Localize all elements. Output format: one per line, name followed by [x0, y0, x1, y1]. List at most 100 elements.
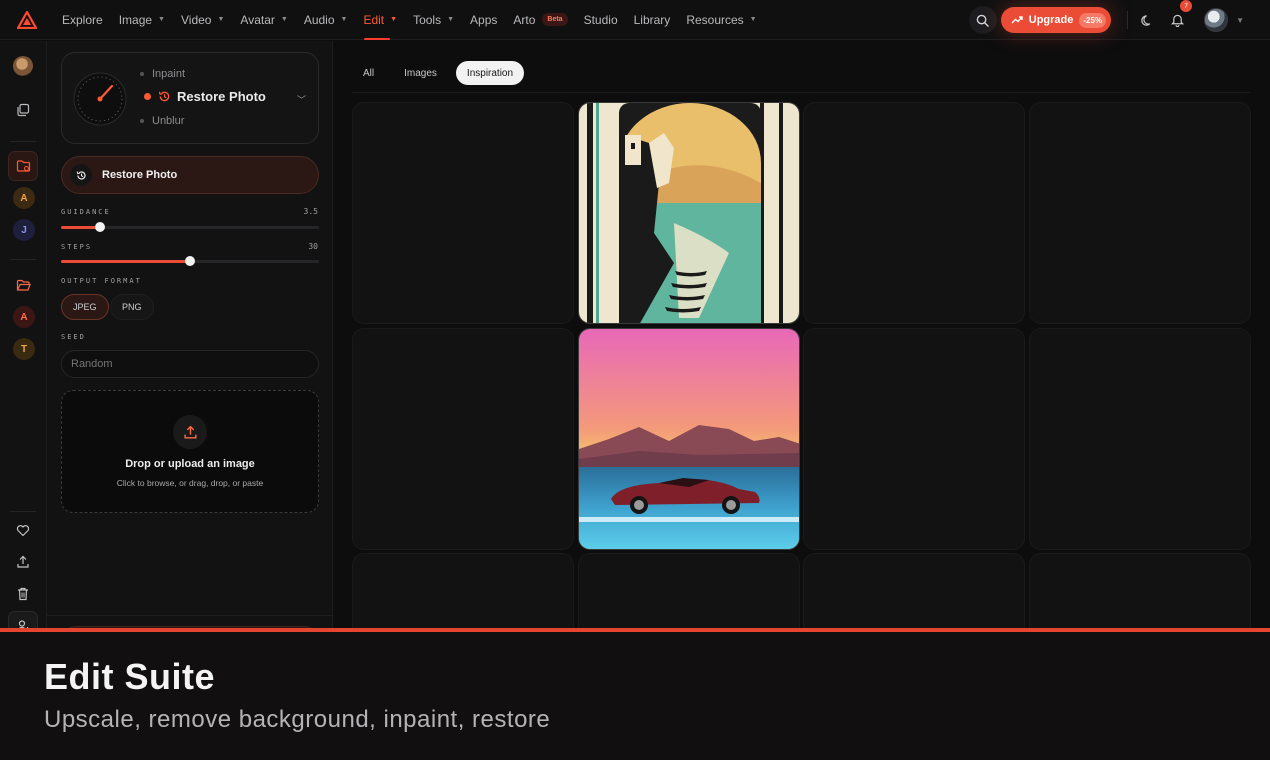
nav-image[interactable]: Image ▼ [111, 0, 173, 40]
divider [1127, 11, 1129, 29]
chevron-down-icon[interactable]: ﹀ [297, 93, 306, 106]
model-option-inpaint[interactable]: Inpaint [140, 68, 185, 80]
nav-resources[interactable]: Resources ▼ [678, 0, 764, 40]
nav-label: Tools [413, 12, 442, 27]
slider-handle[interactable] [185, 256, 195, 266]
gallery-card-desert-car[interactable] [578, 328, 800, 550]
restore-photo-button[interactable]: Restore Photo [61, 156, 319, 194]
seed-input[interactable] [61, 350, 319, 378]
steps-value: 30 [308, 242, 318, 251]
panel-divider [47, 615, 333, 616]
folder-edit-icon [16, 160, 30, 172]
nav-tools[interactable]: Tools ▼ [405, 0, 462, 40]
caret-down-icon: ▼ [280, 16, 288, 23]
slider-handle[interactable] [94, 222, 105, 232]
gallery-tabs: All Images Inspiration [352, 61, 525, 85]
option-label: Inpaint [152, 68, 186, 80]
banner-subtitle: Upscale, remove background, inpaint, res… [44, 706, 551, 733]
nav-label: Apps [470, 12, 498, 27]
guidance-slider[interactable] [61, 222, 319, 232]
rail-trash-button[interactable] [8, 579, 38, 609]
output-format-label: OUTPUT FORMAT [61, 277, 142, 285]
upload-icon [183, 425, 197, 439]
top-right-actions: Upgrade -25% 7 ▼ [968, 0, 1270, 40]
model-selected[interactable]: Restore Photo [144, 89, 266, 104]
gallery-card-cliff-village[interactable] [578, 102, 800, 324]
gallery-card[interactable] [1029, 328, 1251, 550]
rail-divider [10, 141, 36, 142]
cliff-village-image [579, 103, 799, 323]
folder-open-icon [16, 279, 31, 291]
upgrade-label: Upgrade [1028, 14, 1074, 26]
nav-arto[interactable]: Arto Beta [505, 0, 575, 40]
gallery-card[interactable] [803, 102, 1025, 324]
upgrade-button[interactable]: Upgrade -25% [1000, 7, 1112, 33]
option-dot [140, 72, 144, 76]
upload-subtitle: Click to browse, or drag, drop, or paste [116, 478, 264, 488]
rail-project-j[interactable]: J [13, 219, 35, 241]
caret-down-icon: ▼ [340, 16, 348, 23]
desert-car-image [579, 329, 799, 549]
seed-label: SEED [61, 333, 86, 341]
tab-inspiration[interactable]: Inspiration [455, 61, 525, 85]
rail-divider [10, 259, 36, 260]
rail-gallery-button[interactable] [8, 95, 38, 125]
upload-icon [17, 555, 29, 568]
chevron-down-icon[interactable]: ▼ [1236, 16, 1244, 25]
app-logo[interactable] [0, 0, 54, 40]
gallery-card[interactable] [803, 328, 1025, 550]
model-option-unblur[interactable]: Unblur [140, 115, 184, 127]
gallery-card[interactable] [352, 102, 574, 324]
banner-title: Edit Suite [44, 656, 216, 697]
main-nav: Explore Image ▼ Video ▼ Avatar ▼ Audio ▼ Edi… [54, 0, 765, 40]
nav-label: Image [118, 12, 153, 27]
nav-edit[interactable]: Edit ▼ [355, 0, 405, 40]
restore-button-label: Restore Photo [102, 169, 178, 181]
steps-slider[interactable] [61, 256, 319, 266]
guidance-value: 3.5 [303, 207, 318, 216]
nav-label: Arto [513, 12, 536, 27]
nav-apps[interactable]: Apps [462, 0, 505, 40]
gallery-card[interactable] [352, 328, 574, 550]
nav-avatar[interactable]: Avatar ▼ [232, 0, 295, 40]
image-upload-dropzone[interactable]: Drop or upload an image Click to browse,… [61, 390, 319, 513]
gallery-card[interactable] [1029, 102, 1251, 324]
caret-down-icon: ▼ [158, 16, 165, 23]
nav-audio[interactable]: Audio ▼ [296, 0, 356, 40]
tabs-divider [352, 92, 1250, 93]
model-selector[interactable]: Inpaint Restore Photo ﹀ Unblur [61, 52, 319, 144]
search-button[interactable] [968, 6, 997, 34]
format-png-button[interactable]: PNG [110, 294, 154, 320]
history-icon [76, 170, 86, 180]
caret-down-icon: ▼ [217, 16, 225, 23]
moon-icon [1140, 14, 1150, 26]
search-icon [976, 14, 990, 27]
tab-all[interactable]: All [352, 61, 385, 85]
heart-icon [16, 524, 30, 536]
rail-project-a[interactable]: A [13, 187, 35, 209]
nav-studio[interactable]: Studio [576, 0, 626, 40]
option-dot [140, 119, 144, 123]
slider-fill [61, 260, 190, 263]
user-avatar[interactable] [1204, 8, 1229, 32]
rail-upload-button[interactable] [8, 547, 38, 577]
format-jpeg-button[interactable]: JPEG [61, 294, 109, 320]
nav-explore[interactable]: Explore [54, 0, 111, 40]
upload-icon-wrap [173, 415, 207, 449]
rail-project-a2[interactable]: A [13, 306, 35, 328]
notifications-button[interactable]: 7 [1164, 0, 1193, 33]
rail-edit-folder-button[interactable] [8, 151, 38, 181]
rail-project-t[interactable]: T [13, 338, 35, 360]
rail-avatar-button[interactable] [8, 51, 38, 81]
rail-favorites-button[interactable] [8, 515, 38, 545]
restore-icon-wrap [70, 164, 92, 186]
option-label: Unblur [152, 115, 185, 127]
tab-images[interactable]: Images [393, 61, 448, 85]
rail-folder-button[interactable] [8, 270, 38, 300]
discount-badge: -25% [1079, 12, 1107, 28]
nav-library[interactable]: Library [626, 0, 679, 40]
nav-video[interactable]: Video ▼ [173, 0, 232, 40]
guidance-label: GUIDANCE [61, 208, 111, 216]
nav-label: Audio [303, 12, 335, 27]
theme-toggle-button[interactable] [1134, 7, 1160, 33]
